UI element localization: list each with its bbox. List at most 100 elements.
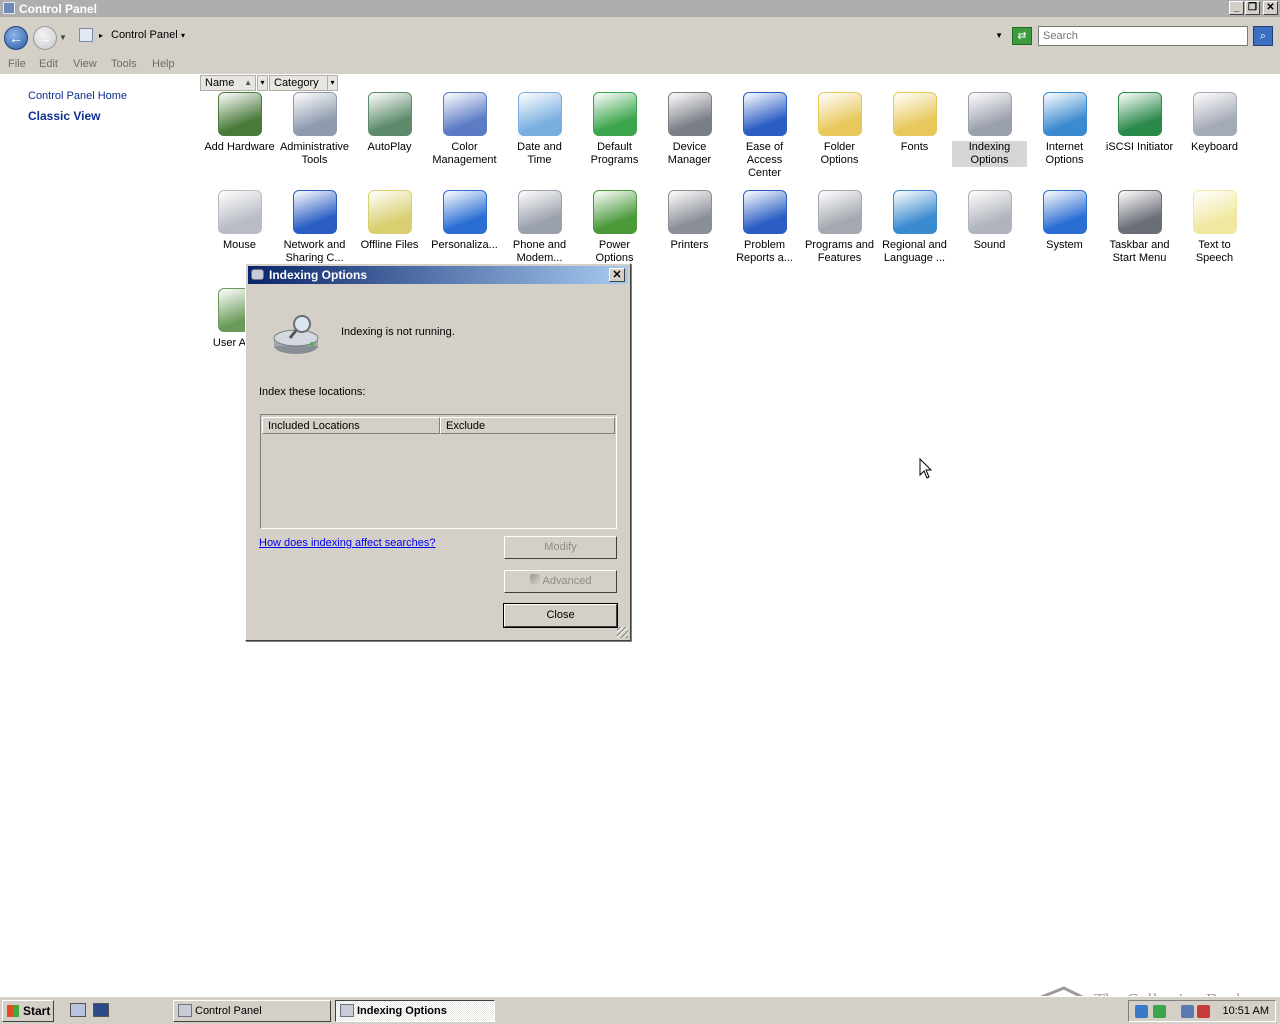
restore-button[interactable]: ❐ — [1245, 1, 1260, 15]
column-header-name[interactable]: Name ▲ — [200, 75, 256, 91]
refresh-button[interactable]: ⇄ — [1012, 27, 1032, 45]
control-panel-item-network-sharing[interactable]: Network and Sharing C... — [277, 190, 352, 265]
taskbar-indexing-options[interactable]: Indexing Options — [335, 1000, 495, 1022]
control-panel-item-mouse[interactable]: Mouse — [202, 190, 277, 252]
close-button[interactable]: Close — [503, 603, 618, 628]
windows-logo-icon — [7, 1005, 19, 1017]
system-tray: 10:51 AM — [1128, 1000, 1276, 1022]
indexing-drive-magnifier-icon — [273, 315, 319, 354]
chevron-down-icon[interactable]: ▾ — [181, 31, 185, 40]
column-header-category[interactable]: Category — [269, 75, 331, 91]
taskbar-control-panel[interactable]: Control Panel — [173, 1000, 331, 1022]
control-panel-item-iscsi-initiator[interactable]: iSCSI Initiator — [1102, 92, 1177, 154]
control-panel-item-label: Date and Time — [517, 141, 562, 166]
control-panel-item-autoplay[interactable]: AutoPlay — [352, 92, 427, 154]
control-panel-item-problem-reports[interactable]: Problem Reports a... — [727, 190, 802, 265]
column-included-locations[interactable]: Included Locations — [262, 417, 440, 434]
indexing-help-link[interactable]: How does indexing affect searches? — [259, 537, 436, 549]
menu-edit[interactable]: Edit — [39, 58, 58, 70]
search-button[interactable]: ⌕ — [1253, 26, 1273, 46]
recent-pages-dropdown-icon[interactable]: ▼ — [59, 33, 67, 42]
category-filter-dropdown-icon[interactable]: ▾ — [327, 75, 338, 91]
name-filter-dropdown-icon[interactable]: ▾ — [257, 75, 268, 91]
window-title: Control Panel — [19, 2, 98, 16]
back-button[interactable]: ← — [4, 26, 28, 50]
control-panel-home-link[interactable]: Control Panel Home — [28, 90, 127, 102]
control-panel-item-internet-options[interactable]: Internet Options — [1027, 92, 1102, 167]
programs-features-icon — [817, 190, 862, 234]
control-panel-item-label: Sound — [973, 239, 1006, 251]
network-icon[interactable] — [1181, 1005, 1194, 1018]
server-manager-icon[interactable] — [93, 1003, 109, 1017]
control-panel-item-system[interactable]: System — [1027, 190, 1102, 252]
menu-file[interactable]: File — [8, 58, 26, 70]
control-panel-item-indexing-options[interactable]: Indexing Options — [952, 92, 1027, 167]
forward-button[interactable]: → — [33, 26, 57, 50]
dialog-close-icon[interactable]: ✕ — [609, 268, 625, 282]
control-panel-item-taskbar-start-menu[interactable]: Taskbar and Start Menu — [1102, 190, 1177, 265]
breadcrumb-control-panel[interactable]: Control Panel — [111, 29, 178, 41]
menu-tools[interactable]: Tools — [111, 58, 137, 70]
start-button[interactable]: Start — [2, 1000, 54, 1022]
minimize-button[interactable]: _ — [1229, 1, 1244, 15]
dialog-title-bar[interactable]: Indexing Options ✕ — [248, 266, 628, 284]
control-panel-item-color-management[interactable]: Color Management — [427, 92, 502, 167]
control-panel-item-phone-modem[interactable]: Phone and Modem... — [502, 190, 577, 265]
window-title-bar[interactable]: Control Panel _ ❐ ✕ — [0, 0, 1280, 17]
control-panel-item-administrative-tools[interactable]: Administrative Tools — [277, 92, 352, 167]
control-panel-icon — [79, 28, 93, 42]
control-panel-item-label: Network and Sharing C... — [283, 239, 346, 264]
indexing-options-dialog: Indexing Options ✕ Indexing is not runni… — [245, 263, 631, 641]
locations-table[interactable]: Included Locations Exclude — [260, 414, 617, 529]
control-panel-item-date-and-time[interactable]: Date and Time — [502, 92, 577, 167]
control-panel-item-label: AutoPlay — [367, 141, 412, 153]
date-and-time-icon — [517, 92, 562, 136]
color-management-icon — [442, 92, 487, 136]
show-desktop-icon[interactable] — [70, 1003, 86, 1017]
control-panel-item-label: Printers — [670, 239, 709, 251]
indexing-status-text: Indexing is not running. — [341, 326, 455, 338]
control-panel-item-offline-files[interactable]: Offline Files — [352, 190, 427, 252]
classic-view-link[interactable]: Classic View — [28, 109, 101, 123]
advanced-button[interactable]: Advanced — [504, 570, 617, 593]
chevron-right-icon[interactable]: ▸ — [99, 31, 103, 40]
address-toolbar: ← → ▼ ▸ Control Panel ▾ ▼ ⇄ ⌕ — [0, 17, 1280, 55]
control-panel-item-fonts[interactable]: Fonts — [877, 92, 952, 154]
add-hardware-icon — [217, 92, 262, 136]
control-panel-item-label: Mouse — [222, 239, 257, 251]
mouse-cursor-icon — [919, 458, 933, 479]
control-panel-item-sound[interactable]: Sound — [952, 190, 1027, 252]
control-panel-item-label: Offline Files — [360, 239, 419, 251]
control-panel-item-ease-of-access[interactable]: Ease of Access Center — [727, 92, 802, 180]
search-input[interactable] — [1038, 26, 1248, 46]
control-panel-item-power-options[interactable]: Power Options — [577, 190, 652, 265]
control-panel-item-keyboard[interactable]: Keyboard — [1177, 92, 1252, 154]
system-icon — [1042, 190, 1087, 234]
column-name-label: Name — [205, 77, 235, 89]
control-panel-item-text-to-speech[interactable]: Text to Speech — [1177, 190, 1252, 265]
control-panel-item-programs-features[interactable]: Programs and Features — [802, 190, 877, 265]
address-history-dropdown-icon[interactable]: ▼ — [995, 31, 1003, 40]
control-panel-item-folder-options[interactable]: Folder Options — [802, 92, 877, 167]
control-panel-item-label: Regional and Language ... — [882, 239, 947, 264]
modify-button[interactable]: Modify — [504, 536, 617, 559]
control-panel-item-default-programs[interactable]: Default Programs — [577, 92, 652, 167]
control-panel-item-regional-language[interactable]: Regional and Language ... — [877, 190, 952, 265]
volume-muted-icon[interactable] — [1197, 1005, 1210, 1018]
security-center-icon[interactable] — [1135, 1005, 1148, 1018]
menu-help[interactable]: Help — [152, 58, 175, 70]
control-panel-item-add-hardware[interactable]: Add Hardware — [202, 92, 277, 154]
control-panel-item-label: Problem Reports a... — [736, 239, 793, 264]
control-panel-item-printers[interactable]: Printers — [652, 190, 727, 252]
address-field[interactable]: ▸ Control Panel ▾ ▼ — [75, 26, 1007, 46]
resize-grip-icon[interactable] — [617, 627, 628, 638]
advanced-button-label: Advanced — [542, 575, 592, 587]
update-icon[interactable] — [1153, 1005, 1166, 1018]
control-panel-item-personalization[interactable]: Personaliza... — [427, 190, 502, 252]
problem-reports-icon — [742, 190, 787, 234]
control-panel-item-device-manager[interactable]: Device Manager — [652, 92, 727, 167]
close-window-button[interactable]: ✕ — [1263, 1, 1278, 15]
menu-view[interactable]: View — [73, 58, 97, 70]
column-exclude[interactable]: Exclude — [440, 417, 615, 434]
clock[interactable]: 10:51 AM — [1223, 1005, 1269, 1017]
